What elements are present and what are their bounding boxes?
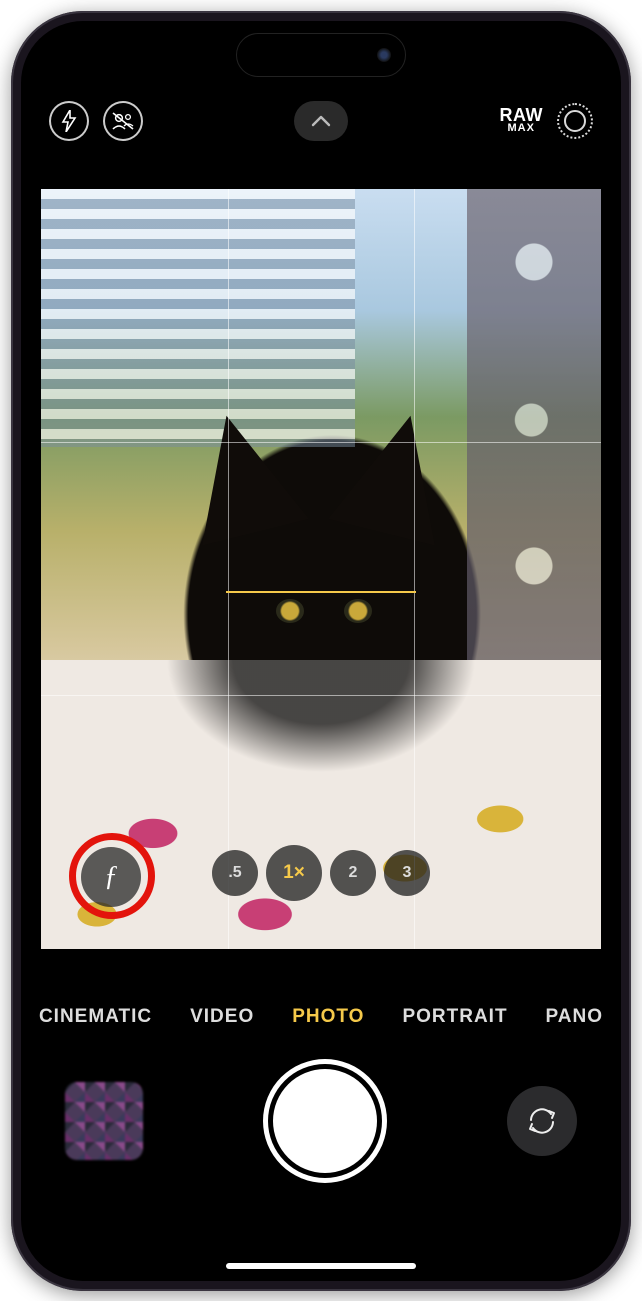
- screen: RAW MAX ƒ .5: [21, 21, 621, 1281]
- live-photo-toggle-button[interactable]: [557, 103, 593, 139]
- camera-viewfinder[interactable]: ƒ .5 1× 2 3: [41, 189, 601, 949]
- zoom-1x-button[interactable]: 1×: [266, 845, 322, 901]
- zoom-3x-button[interactable]: 3: [384, 850, 430, 896]
- home-indicator[interactable]: [226, 1263, 416, 1269]
- mode-photo[interactable]: PHOTO: [292, 1006, 364, 1028]
- scene-window-blinds: [41, 189, 355, 447]
- camera-flip-icon: [525, 1104, 559, 1138]
- shared-library-toggle-button[interactable]: [103, 101, 143, 141]
- mode-cinematic[interactable]: CINEMATIC: [39, 1006, 152, 1028]
- bottom-controls: [21, 1046, 621, 1196]
- top-controls-bar: RAW MAX: [21, 91, 621, 151]
- dynamic-island: [236, 33, 406, 77]
- chevron-up-icon: [311, 115, 331, 127]
- mode-pano[interactable]: PANO: [546, 1006, 603, 1028]
- flash-toggle-button[interactable]: [49, 101, 89, 141]
- shared-library-off-icon: [111, 111, 135, 131]
- shutter-button[interactable]: [273, 1069, 377, 1173]
- zoom-0.5x-button[interactable]: .5: [212, 850, 258, 896]
- level-indicator: [226, 591, 416, 593]
- flash-off-icon: [60, 110, 78, 132]
- last-photo-thumbnail[interactable]: [65, 1082, 143, 1160]
- raw-toggle-button[interactable]: RAW MAX: [500, 107, 544, 133]
- aperture-depth-button[interactable]: ƒ: [81, 847, 141, 907]
- zoom-2x-button[interactable]: 2: [330, 850, 376, 896]
- camera-controls-expand-button[interactable]: [294, 101, 348, 141]
- mode-portrait[interactable]: PORTRAIT: [402, 1006, 507, 1028]
- zoom-selector: .5 1× 2 3: [212, 850, 430, 901]
- iphone-frame: RAW MAX ƒ .5: [11, 11, 631, 1291]
- switch-camera-button[interactable]: [507, 1086, 577, 1156]
- mode-video[interactable]: VIDEO: [190, 1006, 254, 1028]
- f-stop-icon: ƒ: [104, 861, 118, 893]
- camera-mode-selector[interactable]: CINEMATIC VIDEO PHOTO PORTRAIT PANO: [21, 993, 621, 1041]
